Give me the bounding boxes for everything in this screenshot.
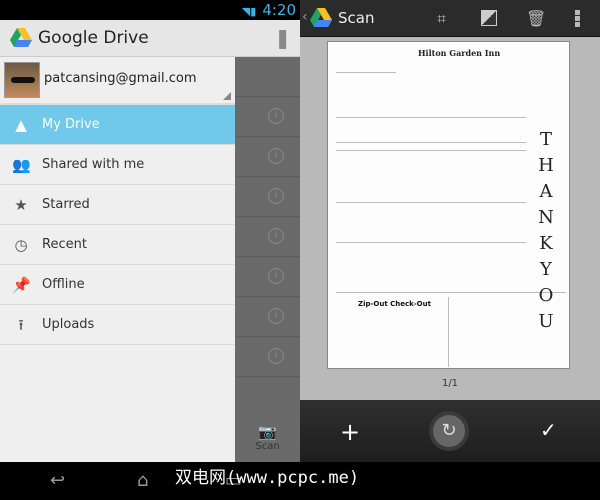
- pin-icon: 📌: [12, 276, 31, 294]
- drawer-item-label: My Drive: [42, 117, 100, 132]
- camera-icon: 📷: [258, 423, 277, 441]
- drawer-item-label: Offline: [42, 277, 85, 292]
- info-icon[interactable]: i: [268, 268, 284, 284]
- done-check-icon[interactable]: ✓: [540, 418, 557, 442]
- avatar: [4, 62, 40, 98]
- drawer-item-shared[interactable]: 👥 Shared with me: [0, 145, 235, 185]
- drawer-item-my-drive[interactable]: ▲ My Drive: [0, 105, 235, 145]
- info-icon[interactable]: i: [268, 228, 284, 244]
- thank-you-text: THANKYOU: [538, 129, 554, 332]
- crop-icon[interactable]: ⌗: [437, 9, 446, 29]
- drawer-item-label: Uploads: [42, 317, 95, 332]
- scanned-document[interactable]: Hilton Garden Inn Zip-Out Check-Out THAN…: [327, 41, 570, 369]
- clock-icon: ◷: [14, 236, 28, 254]
- back-icon[interactable]: ↩: [50, 470, 65, 491]
- overflow-menu-icon[interactable]: ▪ ▪ ▪: [278, 26, 288, 52]
- scan-preview: Hilton Garden Inn Zip-Out Check-Out THAN…: [300, 37, 600, 400]
- drive-logo-icon[interactable]: [10, 28, 32, 48]
- info-icon[interactable]: i: [268, 348, 284, 364]
- drive-folder-icon: ▲: [15, 116, 27, 134]
- drawer-item-label: Shared with me: [42, 157, 145, 172]
- rescan-icon[interactable]: ↻: [433, 415, 465, 447]
- overflow-menu-icon[interactable]: ▪ ▪ ▪: [574, 8, 581, 30]
- receipt-heading: Zip-Out Check-Out: [358, 300, 431, 308]
- file-list-dimmed: i i i i i i i: [235, 57, 300, 462]
- account-email: patcansing@gmail.com: [44, 71, 197, 86]
- dropdown-indicator-icon: [223, 92, 231, 100]
- watermark: 双电网(www.pcpc.me): [175, 468, 360, 488]
- clock: 4:20: [262, 1, 296, 19]
- wifi-signal-battery-icons: ◥▮: [241, 5, 257, 18]
- scan-label: Scan: [255, 441, 280, 452]
- drawer-item-label: Starred: [42, 197, 90, 212]
- info-icon[interactable]: i: [268, 108, 284, 124]
- people-icon: 👥: [12, 156, 31, 174]
- delete-icon[interactable]: 🗑: [526, 9, 546, 28]
- back-chevron-icon[interactable]: ‹: [302, 9, 308, 25]
- drawer-item-offline[interactable]: 📌 Offline: [0, 265, 235, 305]
- scan-screen: ‹ Scan ⌗ 🗑 ▪ ▪ ▪ Hilton Garden Inn Zip-Out…: [300, 0, 600, 462]
- status-bar: ◥▮ 4:20: [0, 0, 300, 20]
- page-indicator: 1/1: [441, 378, 459, 389]
- info-icon[interactable]: i: [268, 188, 284, 204]
- navigation-drawer: patcansing@gmail.com ▲ My Drive 👥 Shared w…: [0, 57, 235, 462]
- scan-action-bar: ‹ Scan ⌗ 🗑 ▪ ▪ ▪: [300, 0, 600, 37]
- drawer-item-recent[interactable]: ◷ Recent: [0, 225, 235, 265]
- drive-screen: ◥▮ 4:20 Google Drive ▪ ▪ ▪ i i i i i i i 📷 S…: [0, 0, 300, 500]
- scan-button[interactable]: 📷 Scan: [235, 420, 300, 462]
- upload-icon: ⭱: [18, 316, 24, 334]
- info-icon[interactable]: i: [268, 308, 284, 324]
- drive-logo-icon[interactable]: [310, 8, 332, 28]
- scan-title: Scan: [338, 9, 375, 27]
- account-switcher[interactable]: patcansing@gmail.com: [0, 57, 235, 105]
- drawer-item-starred[interactable]: ★ Starred: [0, 185, 235, 225]
- drawer-item-uploads[interactable]: ⭱ Uploads: [0, 305, 235, 345]
- enhance-icon[interactable]: [481, 10, 497, 26]
- hotel-logo: Hilton Garden Inn: [418, 48, 501, 58]
- star-icon: ★: [14, 196, 28, 214]
- home-icon[interactable]: ⌂: [137, 470, 148, 491]
- drawer-item-label: Recent: [42, 237, 87, 252]
- action-bar: Google Drive ▪ ▪ ▪: [0, 20, 300, 57]
- info-icon[interactable]: i: [268, 148, 284, 164]
- app-title: Google Drive: [38, 28, 149, 48]
- scan-toolbar: + ↻ ✓: [300, 400, 600, 462]
- add-page-icon[interactable]: +: [340, 418, 360, 446]
